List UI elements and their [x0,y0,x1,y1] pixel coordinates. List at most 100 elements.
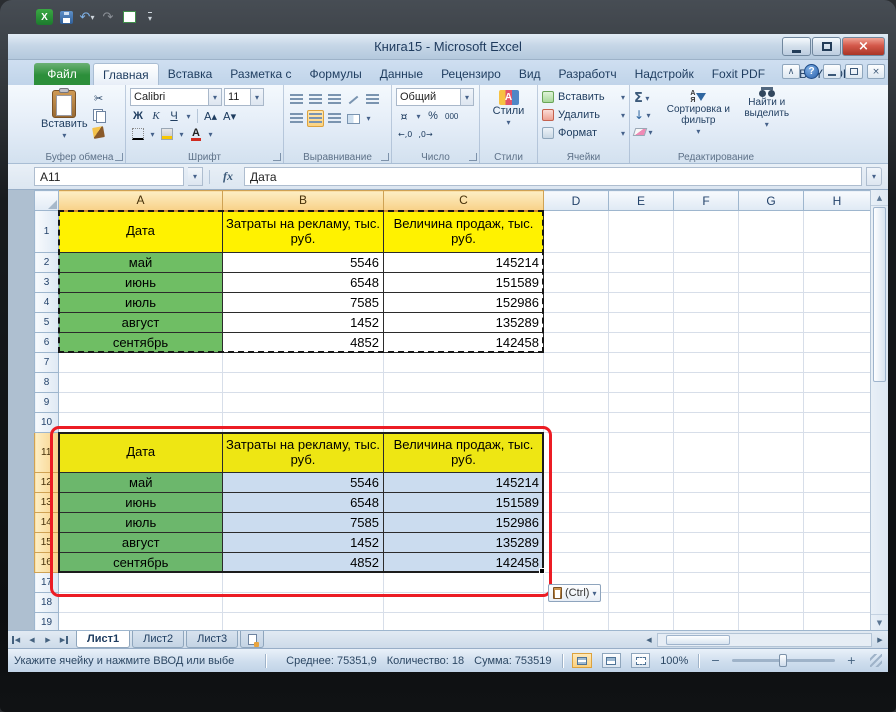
currency-dropdown[interactable]: ▾ [414,108,423,124]
row-header-7[interactable]: 7 [35,353,59,373]
font-size-select[interactable]: 11 ▾ [224,88,264,106]
cell-C7[interactable] [384,353,544,373]
row-header-10[interactable]: 10 [35,413,59,433]
cell-F18[interactable] [674,593,739,613]
column-header-A[interactable]: A [59,191,223,211]
quick-table-button[interactable] [121,8,137,26]
cell-G9[interactable] [739,393,804,413]
cell-C13[interactable]: 151589 [384,493,544,513]
ribbon-tab-формулы[interactable]: Формулы [301,63,371,85]
cell-D12[interactable] [544,473,609,493]
cell-H14[interactable] [804,513,871,533]
font-color-button[interactable]: А [188,126,204,142]
increase-decimal-button[interactable]: ←,0 [396,126,414,142]
wrap-text-button[interactable] [364,91,381,108]
zoom-in-button[interactable]: + [845,654,857,667]
cell-E17[interactable] [609,573,674,593]
scroll-right-button[interactable]: ▶ [872,636,888,644]
column-header-F[interactable]: F [674,191,739,211]
cell-C6[interactable]: 142458 [384,333,544,353]
cell-H7[interactable] [804,353,871,373]
cell-H1[interactable] [804,211,871,253]
cell-H5[interactable] [804,313,871,333]
cell-B12[interactable]: 5546 [223,473,384,493]
cell-A9[interactable] [59,393,223,413]
cell-H3[interactable] [804,273,871,293]
dialog-launcher[interactable] [381,153,389,161]
scroll-up-button[interactable]: ▲ [871,190,888,206]
cell-C4[interactable]: 152986 [384,293,544,313]
cell-D7[interactable] [544,353,609,373]
cell-B15[interactable]: 1452 [223,533,384,553]
scroll-left-button[interactable]: ◀ [641,636,657,644]
row-header-11[interactable]: 11 [35,433,59,473]
cell-B18[interactable] [223,593,384,613]
currency-format-button[interactable]: ¤ [396,108,412,124]
cell-G10[interactable] [739,413,804,433]
cell-D8[interactable] [544,373,609,393]
shrink-font-button[interactable]: А▾ [221,108,238,124]
cell-A2[interactable]: май [59,253,223,273]
cell-G12[interactable] [739,473,804,493]
row-header-13[interactable]: 13 [35,493,59,513]
sort-filter-button[interactable]: АЯ Сортировка и фильтр ▾ [661,88,735,140]
align-left-button[interactable] [288,110,305,127]
dialog-launcher[interactable] [469,153,477,161]
ribbon-tab-надстройк[interactable]: Надстройк [626,63,703,85]
cell-F7[interactable] [674,353,739,373]
cell-D11[interactable] [544,433,609,473]
minimize-button[interactable] [782,37,811,56]
cell-F15[interactable] [674,533,739,553]
cell-F14[interactable] [674,513,739,533]
cell-D13[interactable] [544,493,609,513]
row-header-18[interactable]: 18 [35,593,59,613]
align-center-button[interactable] [307,110,324,127]
column-header-B[interactable]: B [223,191,384,211]
row-header-12[interactable]: 12 [35,473,59,493]
cell-F8[interactable] [674,373,739,393]
cell-D19[interactable] [544,613,609,631]
cell-G5[interactable] [739,313,804,333]
cell-C10[interactable] [384,413,544,433]
cell-B1[interactable]: Затраты на рекламу, тыс. руб. [223,211,384,253]
percent-format-button[interactable]: % [425,108,441,124]
zoom-level[interactable]: 100% [660,655,688,667]
format-cells-button[interactable]: Формат ▾ [542,124,625,142]
ribbon-tab-рецензиро[interactable]: Рецензиро [432,63,510,85]
cell-C11[interactable]: Величина продаж, тыс. руб. [384,433,544,473]
close-button[interactable]: × [842,37,885,56]
zoom-out-button[interactable]: − [709,654,721,667]
cell-D14[interactable] [544,513,609,533]
zoom-slider-thumb[interactable] [779,654,787,667]
cell-C8[interactable] [384,373,544,393]
font-color-dropdown[interactable]: ▾ [206,126,215,142]
ribbon-tab-вставка[interactable]: Вставка [159,63,222,85]
next-sheet-button[interactable]: ▶ [40,631,56,648]
cell-H18[interactable] [804,593,871,613]
align-top-button[interactable] [288,91,305,108]
sheet-tab-лист2[interactable]: Лист2 [132,631,184,648]
row-header-17[interactable]: 17 [35,573,59,593]
insert-cells-button[interactable]: Вставить ▾ [542,88,625,106]
delete-cells-button[interactable]: Удалить ▾ [542,106,625,124]
cell-E6[interactable] [609,333,674,353]
cell-H6[interactable] [804,333,871,353]
cell-C14[interactable]: 152986 [384,513,544,533]
cell-E2[interactable] [609,253,674,273]
cell-E12[interactable] [609,473,674,493]
cell-E14[interactable] [609,513,674,533]
fill-button[interactable]: ↓▾ [634,107,661,123]
cell-C3[interactable]: 151589 [384,273,544,293]
name-box-dropdown[interactable]: ▾ [188,167,203,186]
cell-E8[interactable] [609,373,674,393]
cell-G2[interactable] [739,253,804,273]
cell-H16[interactable] [804,553,871,573]
cell-H17[interactable] [804,573,871,593]
cell-A14[interactable]: июль [59,513,223,533]
vertical-scroll-thumb[interactable] [873,207,886,382]
merge-dropdown[interactable]: ▾ [364,111,373,127]
row-header-1[interactable]: 1 [35,211,59,253]
cell-B3[interactable]: 6548 [223,273,384,293]
underline-button[interactable]: Ч [166,108,182,124]
cell-G8[interactable] [739,373,804,393]
